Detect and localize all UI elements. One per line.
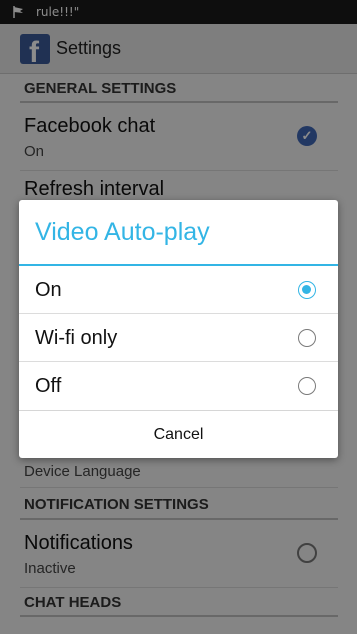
- option-wifi-only[interactable]: Wi-fi only: [19, 314, 338, 362]
- option-label: On: [35, 278, 62, 301]
- option-on[interactable]: On: [19, 266, 338, 314]
- radio-selected-icon[interactable]: [298, 281, 316, 299]
- option-label: Off: [35, 374, 62, 397]
- cancel-button[interactable]: Cancel: [19, 410, 338, 458]
- radio-unselected-icon[interactable]: [298, 329, 316, 347]
- option-label: Wi-fi only: [35, 326, 118, 349]
- dialog-title: Video Auto-play: [35, 218, 210, 246]
- radio-unselected-icon[interactable]: [298, 377, 316, 395]
- video-autoplay-dialog: Video Auto-play On Wi-fi only Off Cancel: [19, 200, 338, 458]
- option-off[interactable]: Off: [19, 362, 338, 410]
